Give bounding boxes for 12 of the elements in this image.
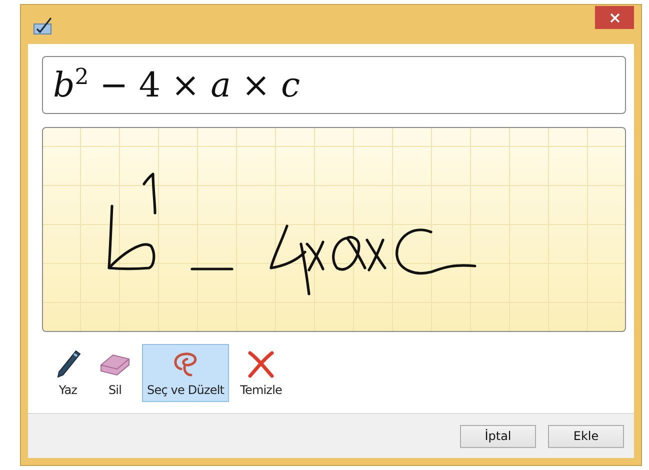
clear-icon	[246, 349, 276, 379]
app-icon	[33, 17, 53, 35]
writing-area[interactable]	[42, 127, 626, 332]
tool-button[interactable]: Seç ve Düzelt	[142, 344, 230, 402]
close-icon	[610, 12, 620, 22]
tool-button[interactable]: Temizle	[235, 344, 287, 402]
tool-button[interactable]: Yaz	[48, 344, 88, 402]
insert-button[interactable]: Ekle	[548, 424, 624, 448]
cancel-button[interactable]: İptal	[460, 424, 536, 448]
close-button[interactable]	[595, 6, 634, 29]
formula-text: b$^{2}$ − 4 × a × c	[53, 64, 300, 106]
tool-button[interactable]: Sil	[94, 344, 136, 402]
